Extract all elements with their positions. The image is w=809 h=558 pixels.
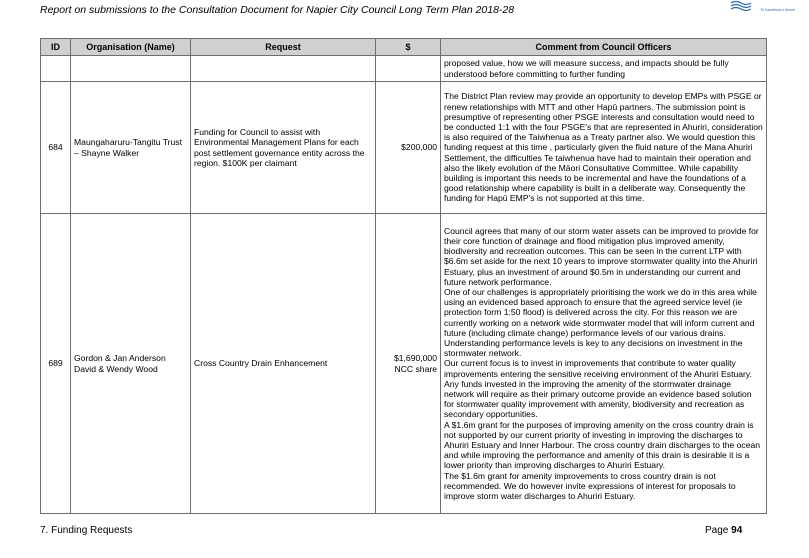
report-title: Report on submissions to the Consultatio… — [40, 4, 515, 16]
footer-section: 7. Funding Requests — [40, 525, 133, 536]
continuation-comment: proposed value, how we will measure succ… — [440, 55, 767, 82]
col-header-id: ID — [40, 38, 71, 56]
table-header-row: ID Organisation (Name) Request $ Comment… — [40, 38, 767, 56]
table-row: 689 Gordon & Jan Anderson David & Wendy … — [40, 213, 767, 514]
col-header-organisation: Organisation (Name) — [70, 38, 191, 56]
logo-caption: Te Kaunihera o Ahuriri — [760, 8, 795, 12]
comment-paragraph: The $1.6m grant for amenity improvements… — [444, 470, 736, 502]
row-amount: $200,000 — [375, 81, 441, 214]
comment-paragraph: Our current focus is to invest in improv… — [444, 358, 752, 420]
page-label: Page — [705, 525, 729, 536]
row-amount: $1,690,000 NCC share — [375, 213, 441, 514]
row-organisation: Maungaharuru-Tangitu Trust – Shayne Walk… — [70, 81, 191, 214]
row-organisation: Gordon & Jan Anderson David & Wendy Wood — [70, 213, 191, 514]
page-number-value: 94 — [731, 525, 743, 536]
col-header-request: Request — [190, 38, 376, 56]
row-comment: Council agrees that many of our storm wa… — [440, 213, 767, 514]
comment-paragraph: A $1.6m grant for the purposes of improv… — [444, 419, 761, 471]
col-header-comment: Comment from Council Officers — [440, 38, 767, 56]
submissions-table: ID Organisation (Name) Request $ Comment… — [40, 38, 767, 514]
comment-paragraph: One of our challenges is appropriately p… — [444, 286, 757, 359]
page-number: Page 94 — [705, 525, 742, 536]
row-id: 689 — [40, 213, 71, 514]
table-row-continuation: proposed value, how we will measure succ… — [40, 55, 767, 82]
comment-paragraph: The District Plan review may provide an … — [444, 91, 763, 204]
row-comment: The District Plan review may provide an … — [440, 81, 767, 214]
row-id: 684 — [40, 81, 71, 214]
row-request: Cross Country Drain Enhancement — [190, 213, 376, 514]
row-request: Funding for Council to assist with Envir… — [190, 81, 376, 214]
col-header-amount: $ — [375, 38, 441, 56]
comment-paragraph: Council agrees that many of our storm wa… — [444, 225, 759, 287]
table-row: 684 Maungaharuru-Tangitu Trust – Shayne … — [40, 81, 767, 214]
